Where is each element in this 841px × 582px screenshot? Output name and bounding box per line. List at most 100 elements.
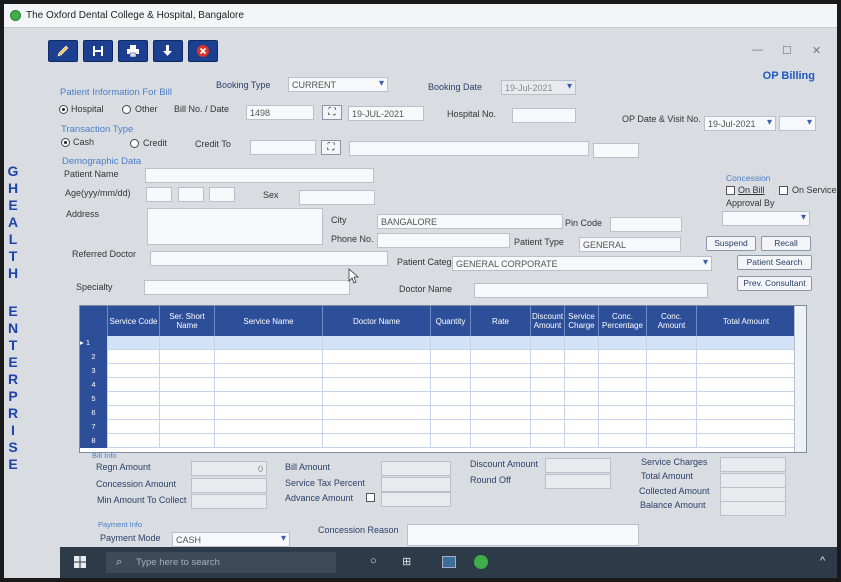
city-field[interactable]: BANGALORE [377,214,563,229]
grid-cell[interactable] [565,406,599,420]
grid-cell[interactable] [599,406,647,420]
grid-cell[interactable] [531,434,565,448]
grid-cell[interactable] [108,364,160,378]
grid-cell[interactable] [471,392,531,406]
grid-cell[interactable] [565,420,599,434]
doctor-name-field[interactable] [474,283,708,298]
patient-category-select[interactable]: GENERAL CORPORATE [452,256,712,271]
phone-field[interactable] [377,233,510,248]
grid-cell[interactable] [565,378,599,392]
oxford-app-taskbar-icon[interactable] [474,555,488,569]
grid-cell[interactable] [431,364,471,378]
table-row[interactable]: 4 [80,378,806,392]
grid-cell[interactable] [215,350,323,364]
grid-cell[interactable] [471,420,531,434]
maximize-icon[interactable]: ☐ [782,44,792,57]
grid-cell[interactable] [697,392,796,406]
suspend-button[interactable]: Suspend [706,236,756,251]
grid-column-header[interactable]: Service Charge [565,306,599,336]
recall-button[interactable]: Recall [761,236,811,251]
grid-cell[interactable] [647,392,697,406]
app-taskbar-icon[interactable] [442,556,456,568]
visit-no-select[interactable] [779,116,816,131]
on-service-checkbox[interactable] [779,186,788,195]
booking-type-select[interactable]: CURRENT [288,77,388,92]
grid-cell[interactable] [323,434,431,448]
credit-radio[interactable] [130,139,139,148]
grid-cell[interactable] [431,434,471,448]
grid-cell[interactable] [323,378,431,392]
grid-cell[interactable] [215,420,323,434]
specialty-field[interactable] [144,280,350,295]
grid-cell[interactable] [697,336,796,350]
grid-cell[interactable] [160,392,215,406]
grid-cell[interactable] [531,420,565,434]
grid-cell[interactable] [160,350,215,364]
on-bill-checkbox[interactable] [726,186,735,195]
save-icon[interactable] [83,40,113,62]
bill-no-field[interactable]: 1498 [246,105,314,120]
grid-cell[interactable] [599,364,647,378]
grid-cell[interactable] [323,364,431,378]
grid-cell[interactable] [647,420,697,434]
grid-cell[interactable] [160,364,215,378]
table-row[interactable]: 5 [80,392,806,406]
grid-cell[interactable] [697,378,796,392]
grid-cell[interactable] [323,336,431,350]
grid-cell[interactable] [108,406,160,420]
grid-cell[interactable] [323,406,431,420]
table-row[interactable]: 7 [80,420,806,434]
grid-cell[interactable] [565,350,599,364]
grid-cell[interactable] [323,350,431,364]
grid-cell[interactable] [431,406,471,420]
grid-cell[interactable] [647,406,697,420]
pin-code-field[interactable] [610,217,682,232]
cortana-icon[interactable]: ○ [370,555,377,567]
grid-cell[interactable] [431,378,471,392]
grid-cell[interactable] [647,350,697,364]
grid-cell[interactable] [215,336,323,350]
grid-cell[interactable] [108,392,160,406]
grid-cell[interactable] [531,378,565,392]
grid-cell[interactable] [431,350,471,364]
service-grid[interactable]: Service Code Ser. Short Name Service Name D… [79,305,807,453]
grid-cell[interactable] [160,336,215,350]
grid-cell[interactable] [160,420,215,434]
grid-cell[interactable] [599,336,647,350]
window-close-icon[interactable]: ✕ [812,44,821,57]
table-row[interactable]: 2 [80,350,806,364]
concession-reason-field[interactable] [407,524,639,546]
grid-cell[interactable] [108,350,160,364]
grid-scrollbar[interactable] [794,306,806,452]
grid-cell[interactable] [647,434,697,448]
grid-column-header[interactable]: Ser. Short Name [160,306,215,336]
grid-column-header[interactable]: Discount Amount [531,306,565,336]
grid-cell[interactable] [471,350,531,364]
task-view-icon[interactable]: ⊞ [402,555,411,568]
grid-cell[interactable] [647,336,697,350]
grid-cell[interactable] [565,364,599,378]
bill-date-field[interactable]: 19-JUL-2021 [348,106,424,121]
close-icon[interactable] [188,40,218,62]
grid-cell[interactable] [697,350,796,364]
tray-chevron-icon[interactable]: ^ [820,555,825,567]
grid-cell[interactable] [531,336,565,350]
grid-column-header[interactable]: Service Code [108,306,160,336]
grid-column-header[interactable]: Doctor Name [323,306,431,336]
sex-field[interactable] [299,190,375,205]
pencil-icon[interactable] [48,40,78,62]
grid-cell[interactable] [599,350,647,364]
grid-cell[interactable] [215,378,323,392]
grid-cell[interactable] [431,336,471,350]
grid-cell[interactable] [697,420,796,434]
grid-cell[interactable] [697,364,796,378]
grid-cell[interactable] [531,350,565,364]
advance-checkbox[interactable] [366,493,375,502]
grid-column-header[interactable]: Total Amount [697,306,796,336]
grid-cell[interactable] [108,378,160,392]
grid-cell[interactable] [108,434,160,448]
grid-cell[interactable] [697,434,796,448]
patient-search-button[interactable]: Patient Search [737,255,812,270]
taskbar-search[interactable]: ⌕ Type here to search [106,552,336,573]
age-years-field[interactable] [146,187,172,202]
